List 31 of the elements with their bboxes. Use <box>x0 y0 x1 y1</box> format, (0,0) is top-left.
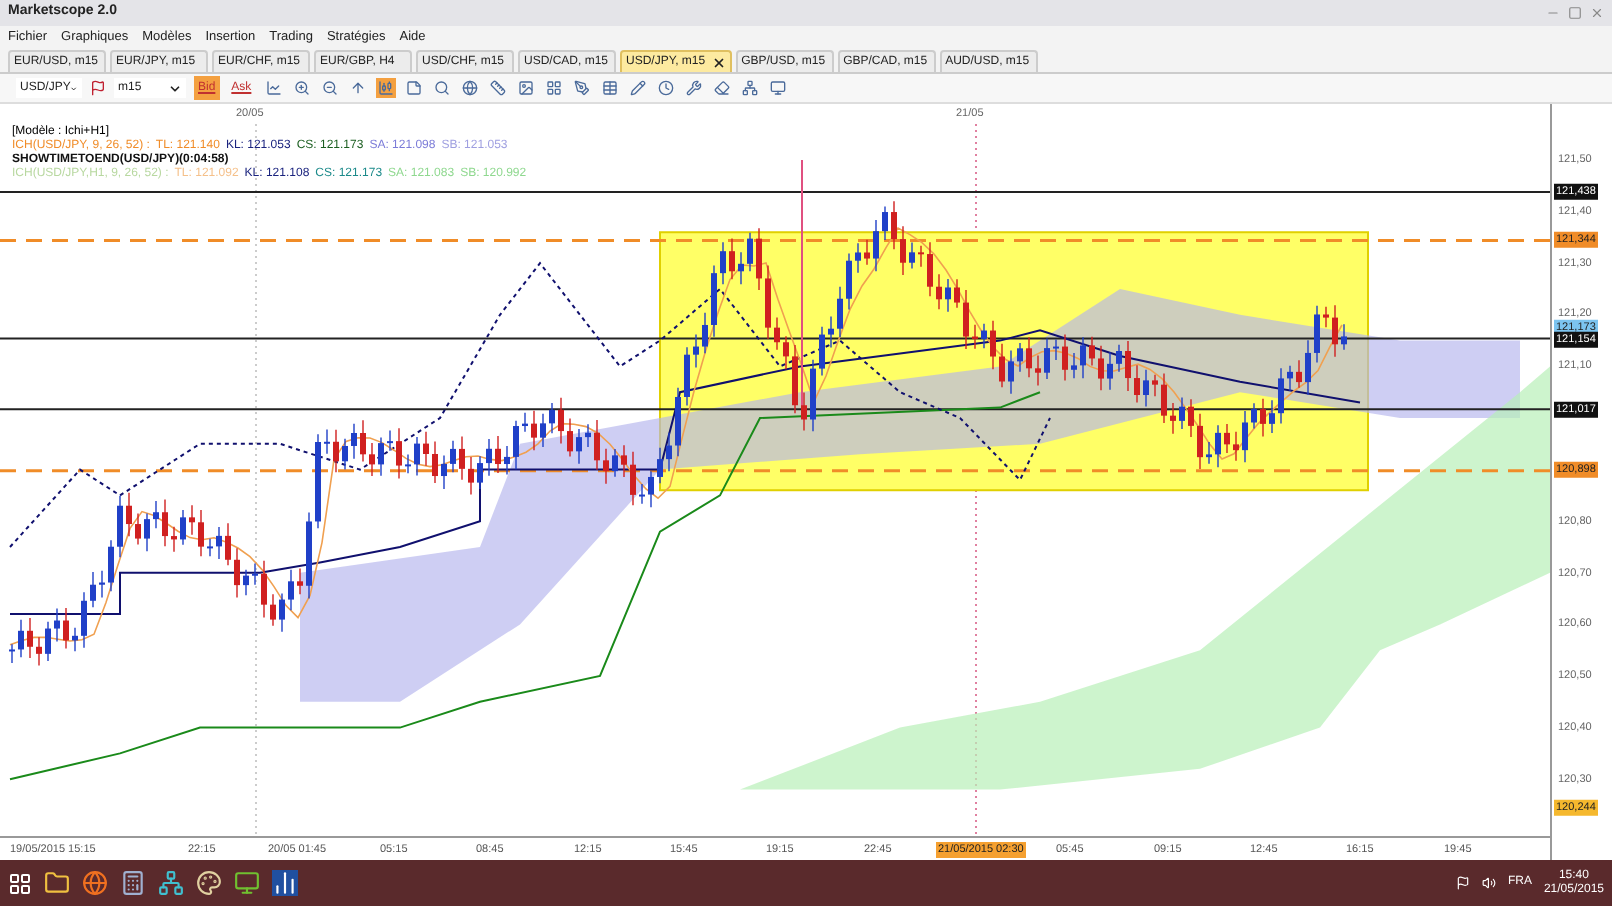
eraser-icon[interactable] <box>711 78 732 98</box>
zoom-out-icon[interactable] <box>319 78 340 98</box>
ruler-icon[interactable] <box>487 78 508 98</box>
flag-icon[interactable] <box>90 80 106 96</box>
calculator-icon[interactable] <box>120 870 146 896</box>
grid-icon[interactable] <box>543 78 564 98</box>
globe-icon[interactable] <box>459 78 480 98</box>
clock-icon[interactable] <box>655 78 676 98</box>
monitor-icon[interactable] <box>767 78 788 98</box>
close-icon[interactable] <box>711 55 726 69</box>
pen-icon[interactable] <box>571 78 592 98</box>
globe-icon[interactable] <box>82 870 108 896</box>
pencil-icon[interactable] <box>627 78 648 98</box>
zoom-in-icon[interactable] <box>291 78 312 98</box>
note-icon[interactable] <box>403 78 424 98</box>
folder-icon[interactable] <box>44 870 70 896</box>
candlestick-icon[interactable] <box>375 78 396 98</box>
network-icon[interactable] <box>739 78 760 98</box>
windows-start-icon[interactable] <box>8 871 32 895</box>
image-icon[interactable] <box>515 78 536 98</box>
palette-icon[interactable] <box>196 870 222 896</box>
table-icon[interactable] <box>599 78 620 98</box>
line-chart-icon[interactable] <box>263 78 284 98</box>
speaker-icon[interactable] <box>1481 876 1496 890</box>
arrow-up-icon[interactable] <box>347 78 368 98</box>
monitor-icon[interactable] <box>234 870 260 896</box>
wrench-icon[interactable] <box>683 78 704 98</box>
network-icon[interactable] <box>158 870 184 896</box>
chart-app-icon[interactable] <box>272 870 298 896</box>
search-icon[interactable] <box>431 78 452 98</box>
caret-icon[interactable] <box>168 81 182 95</box>
